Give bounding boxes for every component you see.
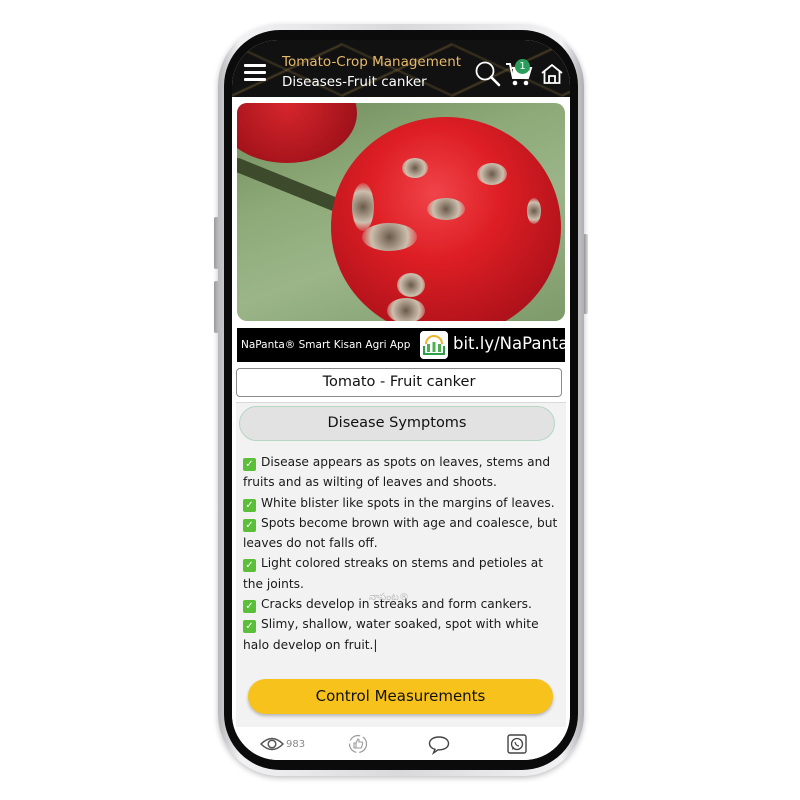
control-measurements-button[interactable]: Control Measurements [248, 679, 553, 714]
menu-icon[interactable] [244, 64, 266, 82]
symptoms-list: ✓ Disease appears as spots on leaves, ste… [243, 452, 561, 655]
check-icon: ✓ [243, 620, 256, 634]
disease-symptoms-button[interactable]: Disease Symptoms [239, 406, 555, 441]
whatsapp-icon[interactable] [507, 734, 527, 754]
check-icon: ✓ [243, 498, 256, 512]
banner-link[interactable]: bit.ly/NaPanta [453, 334, 569, 353]
content-area: NaPanta® Smart Kisan Agri App bit.ly/NaP… [232, 97, 570, 727]
disease-photo [237, 103, 565, 321]
photo-lesion [362, 223, 417, 251]
photo-lesion [527, 198, 541, 224]
check-icon: ✓ [243, 559, 256, 573]
comment-icon[interactable] [428, 735, 450, 755]
photo-background-fruit [237, 103, 357, 163]
page-subtitle: Diseases-Fruit canker [282, 74, 427, 90]
photo-lesion [397, 273, 425, 297]
top-app-bar: Tomato-Crop Management Diseases-Fruit ca… [232, 40, 570, 97]
banner-app-name: NaPanta® Smart Kisan Agri App [241, 339, 411, 351]
home-icon[interactable] [540, 62, 564, 86]
photo-lesion [352, 183, 374, 231]
photo-lesion [402, 158, 428, 178]
check-icon: ✓ [243, 458, 256, 471]
photo-lesion [427, 198, 465, 220]
watermark: నాపంట® [369, 592, 409, 603]
photo-lesion [477, 163, 507, 185]
app-title: Tomato-Crop Management [282, 54, 462, 70]
symptom-item: ✓ Light colored streaks on stems and peti… [243, 556, 544, 591]
check-icon: ✓ [243, 518, 256, 532]
promo-banner[interactable]: NaPanta® Smart Kisan Agri App bit.ly/NaP… [237, 328, 569, 362]
cart-count-badge: 1 [515, 59, 530, 74]
check-icon: ✓ [243, 600, 256, 614]
symptom-item: ✓ Disease appears as spots on leaves, ste… [243, 455, 551, 490]
views-count: 983 [286, 739, 306, 750]
photo-stem [237, 156, 346, 214]
search-icon[interactable] [474, 60, 502, 88]
symptom-item: ✓ Slimy, shallow, water soaked, spot with… [243, 617, 539, 652]
disease-title: Tomato - Fruit canker [236, 368, 562, 397]
thumbs-up-icon[interactable] [348, 734, 368, 754]
symptom-item: ✓ Spots become brown with age and coalesc… [243, 515, 558, 551]
photo-lesion [387, 298, 425, 321]
symptom-item: ✓ White blister like spots in the margins… [243, 493, 561, 513]
bottom-action-bar: 983 [232, 727, 570, 760]
eye-icon[interactable] [260, 736, 284, 752]
app-screen: Tomato-Crop Management Diseases-Fruit ca… [232, 40, 570, 760]
napanta-logo-icon [420, 331, 448, 359]
